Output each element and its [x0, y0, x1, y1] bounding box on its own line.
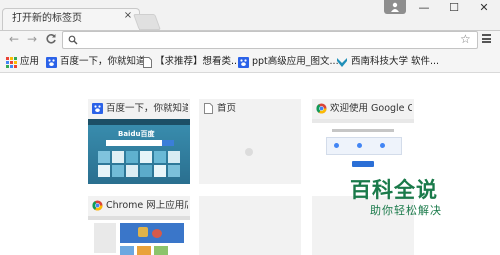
maximize-button[interactable]: ☐ — [441, 0, 467, 16]
profile-icon[interactable] — [384, 0, 406, 14]
back-button[interactable]: ← — [6, 31, 22, 47]
tile-title: 百度一下，你就知道 — [106, 103, 188, 114]
tile-thumbnail — [88, 216, 190, 255]
bookmark-label: 百度一下，你就知道 — [60, 56, 146, 67]
address-input[interactable] — [81, 33, 451, 45]
bookmark-label: 西南科技大学 软件... — [351, 56, 440, 67]
tile-thumbnail: Baidu百度 — [88, 119, 190, 184]
tile-title: 首页 — [217, 103, 237, 114]
baidu-paw-icon — [92, 103, 103, 114]
bookmark-label: 应用 — [20, 56, 40, 67]
baidu-paw-icon — [238, 56, 249, 68]
most-visited-tile-web-store[interactable]: Chrome 网上应用店 — [88, 196, 190, 255]
page-icon — [143, 56, 152, 68]
tab-close-icon[interactable]: × — [123, 11, 133, 21]
chrome-logo-icon — [92, 200, 103, 211]
tile-title: 欢迎使用 Google Chrome — [330, 103, 412, 114]
most-visited-tile-empty — [199, 196, 301, 255]
address-bar[interactable] — [62, 31, 478, 49]
bookmark-swust[interactable]: 西南科技大学 软件... — [336, 55, 439, 69]
tile-thumbnail — [199, 119, 301, 184]
tile-thumbnail — [312, 119, 414, 184]
bookmark-baidu[interactable]: 百度一下，你就知道 — [46, 55, 146, 69]
most-visited-tile-baidu[interactable]: 百度一下，你就知道 Baidu百度 — [88, 99, 190, 184]
tile-title: Chrome 网上应用店 — [106, 200, 188, 211]
menu-icon[interactable] — [482, 34, 491, 43]
most-visited-tile-home[interactable]: 首页 — [199, 99, 301, 184]
bookmark-apps[interactable]: 应用 — [6, 55, 39, 69]
university-logo-icon — [337, 57, 347, 67]
thumb-logo-text: Baidu百度 — [118, 130, 155, 138]
forward-button[interactable]: → — [24, 31, 40, 47]
bookmark-label: 【求推荐】想看类... — [155, 56, 241, 67]
window-close-button[interactable]: ✕ — [471, 0, 497, 16]
bookmark-star-icon[interactable]: ☆ — [460, 32, 471, 46]
baidu-paw-icon — [46, 56, 57, 68]
minimize-button[interactable]: — — [411, 0, 437, 16]
reload-button[interactable] — [43, 31, 59, 47]
loading-dot — [245, 148, 253, 156]
bookmark-ppt[interactable]: ppt高级应用_图文... — [238, 55, 339, 69]
search-icon — [68, 35, 78, 45]
bookmark-recommend[interactable]: 【求推荐】想看类... — [143, 55, 240, 69]
tab-title: 打开新的标签页 — [12, 13, 82, 24]
watermark-title: 百科全说 — [350, 178, 438, 202]
apps-icon — [6, 56, 17, 68]
chrome-logo-icon — [316, 103, 327, 114]
watermark: 百科全说 助你轻松解决 — [350, 178, 470, 218]
page-icon — [204, 103, 213, 114]
most-visited-tile-chrome-welcome[interactable]: 欢迎使用 Google Chrome — [312, 99, 414, 184]
watermark-subtitle: 助你轻松解决 — [370, 204, 442, 217]
bookmark-label: ppt高级应用_图文... — [252, 56, 339, 67]
